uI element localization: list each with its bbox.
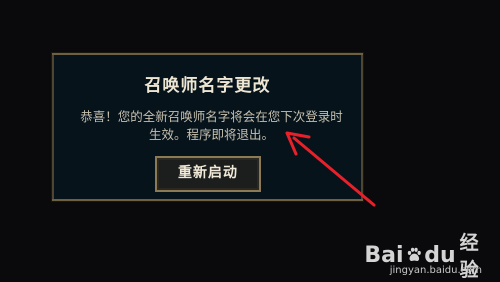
- baidu-jingyan-watermark: Bai du 经验 jingyan.baidu.com: [364, 224, 486, 281]
- baidu-brand-text: Bai: [364, 242, 404, 268]
- baidu-paw-icon: [407, 247, 421, 261]
- watermark-url: jingyan.baidu.com: [389, 265, 482, 276]
- baidu-brand-tail: du: [424, 242, 456, 268]
